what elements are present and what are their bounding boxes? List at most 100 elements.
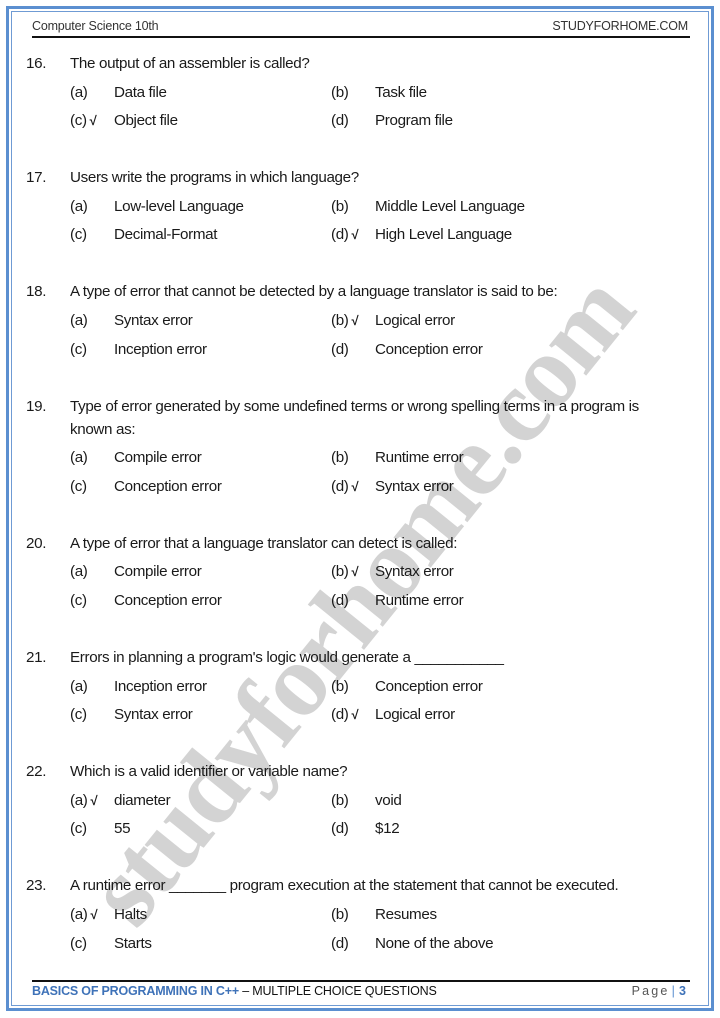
option-letter: (a): [70, 906, 88, 923]
option-text: Syntax error: [114, 312, 193, 329]
correct-answer-check-icon: √: [90, 907, 98, 922]
option-text: Halts: [114, 906, 147, 923]
option-text: Data file: [114, 83, 167, 101]
question-text: Type of error generated by some undefine…: [70, 397, 639, 415]
option-label: (b): [331, 197, 349, 217]
option-label: (d) √: [331, 705, 359, 725]
correct-answer-check-icon: √: [351, 478, 359, 494]
question-number: 18.: [26, 283, 47, 301]
question-text: A type of error that a language translat…: [70, 534, 458, 552]
option-letter: (c): [70, 820, 87, 838]
option-letter: (b): [331, 449, 349, 467]
option-text: None of the above: [375, 934, 494, 952]
option-text: Inception error: [114, 340, 207, 358]
page-header: Computer Science 10th STUDYFORHOME.COM: [32, 17, 690, 38]
option-text: Conception error: [375, 677, 483, 695]
question-number: 19.: [26, 397, 47, 415]
option-text: diameter: [114, 791, 171, 809]
option-label: (c): [70, 934, 87, 954]
question-number: 17.: [26, 169, 47, 187]
option-label: (a) √: [70, 905, 98, 925]
option-label: (c): [70, 705, 87, 725]
option-letter: (b): [331, 312, 349, 329]
correct-answer-check-icon: √: [351, 564, 359, 580]
option-letter: (d): [331, 226, 349, 244]
option-label: (d) √: [331, 225, 359, 245]
page-footer: BASICS OF PROGRAMMING IN C++ – MULTIPLE …: [32, 984, 690, 1000]
question-number: 22.: [26, 763, 47, 781]
option-label: (b): [331, 677, 349, 697]
option-label: (c) √: [70, 111, 97, 131]
option-text: Object file: [114, 112, 178, 130]
correct-answer-check-icon: √: [351, 227, 359, 243]
option-text: void: [375, 791, 402, 809]
option-letter: (c): [70, 112, 87, 130]
option-label: (b): [331, 791, 349, 811]
question-text: Users write the programs in which langua…: [70, 169, 359, 187]
option-label: (c): [70, 340, 87, 360]
correct-answer-check-icon: √: [351, 313, 359, 328]
option-text: 55: [114, 820, 131, 838]
option-label: (b): [331, 83, 349, 103]
option-label: (b): [331, 905, 349, 925]
option-letter: (d): [331, 820, 349, 838]
option-letter: (b): [331, 83, 349, 101]
header-subject: Computer Science 10th: [32, 19, 159, 33]
question-text: Errors in planning a program's logic wou…: [70, 649, 504, 666]
option-letter: (c): [70, 340, 87, 358]
option-label: (d): [331, 934, 349, 954]
option-label: (d): [331, 111, 349, 131]
option-text: Compile error: [114, 563, 202, 581]
option-text: Conception error: [375, 340, 483, 358]
option-text: Conception error: [114, 477, 222, 495]
question-text: Which is a valid identifier or variable …: [70, 763, 348, 781]
option-text: Syntax error: [375, 477, 454, 495]
option-label: (c): [70, 225, 87, 245]
option-text: Logical error: [375, 312, 455, 329]
option-letter: (d): [331, 706, 349, 724]
question-number: 20.: [26, 534, 47, 552]
footer-divider: [32, 980, 690, 982]
option-letter: (b): [331, 906, 349, 923]
question-text: A runtime error _______ program executio…: [70, 877, 619, 895]
option-text: Task file: [375, 83, 427, 101]
option-label: (d): [331, 819, 349, 839]
option-letter: (a): [70, 449, 88, 467]
page-indicator: Page | 3: [632, 984, 686, 998]
option-letter: (b): [331, 677, 349, 695]
option-letter: (b): [331, 791, 349, 809]
option-text: Syntax error: [114, 706, 193, 724]
option-text: Inception error: [114, 677, 207, 695]
option-letter: (a): [70, 83, 88, 101]
option-text: Low-level Language: [114, 197, 244, 215]
option-letter: (a): [70, 791, 88, 809]
option-letter: (d): [331, 934, 349, 952]
footer-section-title: MULTIPLE CHOICE QUESTIONS: [252, 984, 437, 998]
option-text: Syntax error: [375, 563, 454, 581]
option-letter: (a): [70, 563, 88, 581]
option-letter: (a): [70, 677, 88, 695]
option-text: Decimal-Format: [114, 226, 218, 244]
option-letter: (a): [70, 312, 88, 329]
option-letter: (d): [331, 112, 349, 130]
question-number: 21.: [26, 649, 47, 666]
option-label: (a): [70, 562, 88, 582]
option-letter: (a): [70, 197, 88, 215]
option-label: (d): [331, 340, 349, 360]
option-text: Resumes: [375, 906, 437, 923]
option-letter: (b): [331, 197, 349, 215]
option-text: Middle Level Language: [375, 197, 525, 215]
option-text: Program file: [375, 112, 453, 130]
option-text: Compile error: [114, 449, 202, 467]
question-number: 23.: [26, 877, 47, 895]
option-label: (a): [70, 311, 88, 331]
option-label: (a): [70, 83, 88, 103]
page-border-inner: [11, 11, 709, 1006]
page-separator-bar: |: [671, 984, 678, 998]
question-text-continued: known as:: [70, 420, 136, 438]
question-text: The output of an assembler is called?: [70, 55, 310, 72]
page-number: 3: [679, 984, 686, 998]
option-letter: (c): [70, 934, 87, 952]
option-label: (a) √: [70, 791, 98, 811]
option-text: High Level Language: [375, 226, 512, 244]
